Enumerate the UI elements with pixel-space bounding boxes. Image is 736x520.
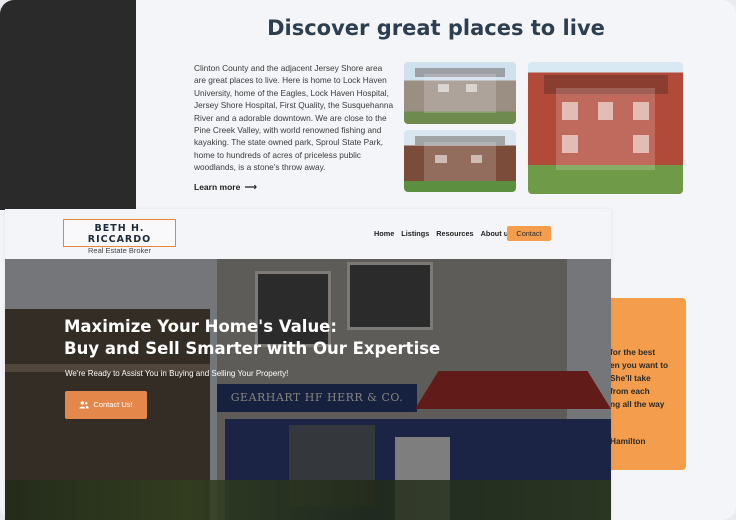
hero-section: GEARHART HF HERR & CO. INC. Maximize You… xyxy=(5,259,611,520)
users-icon xyxy=(79,401,90,409)
testimonial-quote: for the best en you want to She'll take … xyxy=(610,347,669,409)
hero-overlay xyxy=(5,259,611,520)
contact-us-label: Contact Us! xyxy=(93,400,133,409)
testimonial-author: Hamilton xyxy=(610,436,646,446)
nav-item-listings[interactable]: Listings xyxy=(401,227,429,240)
discover-title: Discover great places to live xyxy=(267,16,605,40)
hero-title-line1: Maximize Your Home's Value: xyxy=(64,317,337,336)
site-logo[interactable]: BETH H. RICCARDO Real Estate Broker xyxy=(63,219,176,255)
hero-title: Maximize Your Home's Value: Buy and Sell… xyxy=(64,316,484,360)
learn-more-label: Learn more xyxy=(194,182,241,192)
house-photo-porch xyxy=(404,130,516,192)
nav-item-home[interactable]: Home xyxy=(374,227,394,240)
contact-us-button[interactable]: Contact Us! xyxy=(65,391,147,419)
contact-button[interactable]: Contact xyxy=(507,226,551,241)
arrow-right-icon: ⟶ xyxy=(244,182,257,192)
main-nav: Home Listings Resources About us xyxy=(374,227,519,240)
house-photo-italianate xyxy=(528,62,683,194)
nav-item-resources[interactable]: Resources xyxy=(436,227,473,240)
discover-paragraph: Clinton County and the adjacent Jersey S… xyxy=(194,63,394,173)
testimonial-card: for the best en you want to She'll take … xyxy=(600,298,686,470)
site-header: BETH H. RICCARDO Real Estate Broker Home… xyxy=(5,209,611,259)
dark-side-panel xyxy=(0,0,136,210)
house-photo-victorian xyxy=(404,62,516,124)
homepage-card: BETH H. RICCARDO Real Estate Broker Home… xyxy=(5,209,611,520)
logo-name: BETH H. RICCARDO xyxy=(87,223,152,245)
logo-tagline: Real Estate Broker xyxy=(88,246,151,255)
learn-more-link[interactable]: Learn more ⟶ xyxy=(194,182,257,193)
hero-title-line2: Buy and Sell Smarter with Our Expertise xyxy=(64,339,441,358)
hero-subtitle: We're Ready to Assist You in Buying and … xyxy=(65,369,289,378)
